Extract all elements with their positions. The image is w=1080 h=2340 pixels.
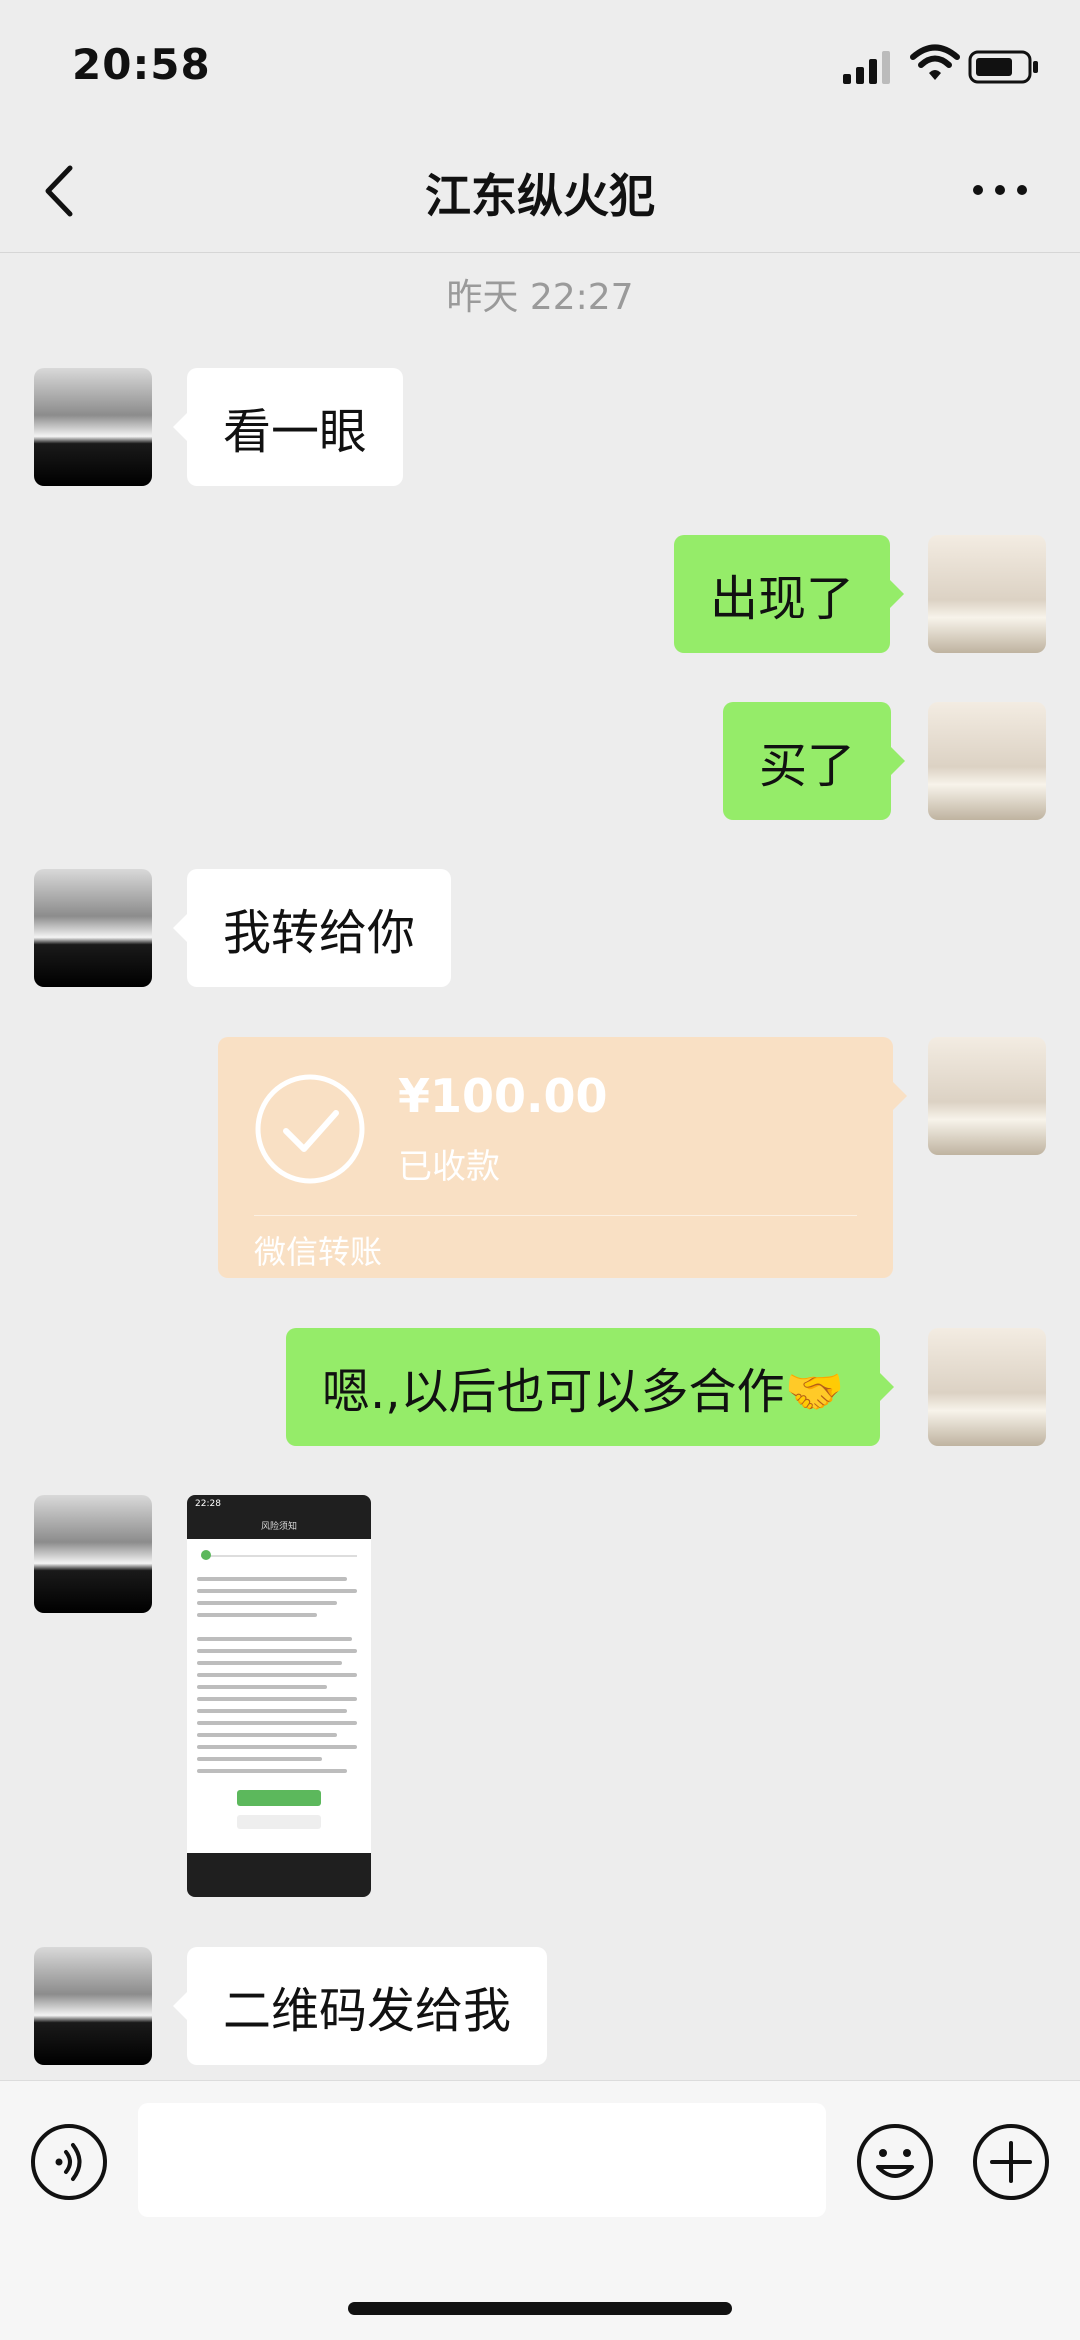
image-text-line bbox=[197, 1613, 317, 1617]
sent-message[interactable]: 嗯.,以后也可以多合作🤝 bbox=[286, 1328, 895, 1446]
transfer-amount: ¥100.00 bbox=[398, 1069, 608, 1123]
contact-avatar[interactable] bbox=[34, 869, 152, 987]
image-title: 风险须知 bbox=[260, 1522, 297, 1532]
my-avatar[interactable] bbox=[928, 1328, 1046, 1446]
image-text-line bbox=[197, 1721, 357, 1725]
status-bar: 20:58 bbox=[0, 0, 1080, 130]
received-message[interactable]: 看一眼 bbox=[172, 368, 404, 486]
my-avatar[interactable] bbox=[928, 702, 1046, 820]
cellular-signal-icon bbox=[843, 51, 890, 84]
image-text-line bbox=[197, 1589, 357, 1593]
image-step-line bbox=[201, 1555, 357, 1557]
message-timestamp: 昨天 22:27 bbox=[446, 277, 634, 318]
image-text-line bbox=[197, 1685, 327, 1689]
check-circle-icon bbox=[255, 1074, 365, 1184]
transfer-divider bbox=[254, 1215, 857, 1216]
transfer-status: 已收款 bbox=[398, 1147, 500, 1187]
image-text-line bbox=[197, 1601, 337, 1605]
plus-icon[interactable] bbox=[972, 2123, 1050, 2201]
image-text-line bbox=[197, 1577, 347, 1581]
home-indicator[interactable] bbox=[348, 2302, 732, 2315]
contact-avatar[interactable] bbox=[34, 368, 152, 486]
status-time: 20:58 bbox=[72, 40, 211, 89]
my-avatar[interactable] bbox=[928, 535, 1046, 653]
input-bar bbox=[0, 2080, 1080, 2340]
image-text-line bbox=[197, 1649, 357, 1653]
received-message[interactable]: 二维码发给我 bbox=[172, 1947, 548, 2065]
contact-avatar[interactable] bbox=[34, 1495, 152, 1613]
chat-header: 江东纵火犯 bbox=[0, 130, 1080, 253]
image-primary-button bbox=[237, 1790, 321, 1806]
image-text-line bbox=[197, 1637, 352, 1641]
image-top-bar: 22:28 风险须知 bbox=[187, 1495, 371, 1539]
sent-message[interactable]: 买了 bbox=[723, 702, 906, 820]
image-time: 22:28 bbox=[195, 1499, 221, 1509]
image-bottom-bar bbox=[187, 1853, 371, 1897]
more-dots-icon[interactable] bbox=[970, 170, 1030, 210]
image-step-dot bbox=[201, 1550, 211, 1560]
image-text-line bbox=[197, 1769, 347, 1773]
sent-message[interactable]: 出现了 bbox=[674, 535, 905, 653]
wifi-icon bbox=[910, 44, 960, 80]
voice-icon[interactable] bbox=[30, 2123, 108, 2201]
received-message[interactable]: 我转给你 bbox=[172, 869, 452, 987]
image-text-line bbox=[197, 1697, 357, 1701]
my-avatar[interactable] bbox=[928, 1037, 1046, 1155]
screenshot-image-message[interactable]: 22:28 风险须知 bbox=[187, 1495, 371, 1897]
image-text-line bbox=[197, 1661, 342, 1665]
image-text-line bbox=[197, 1673, 357, 1677]
image-secondary-button bbox=[237, 1815, 321, 1829]
image-text-line bbox=[197, 1745, 357, 1749]
message-input[interactable] bbox=[138, 2103, 826, 2217]
battery-icon bbox=[968, 50, 1038, 84]
chat-title: 江东纵火犯 bbox=[425, 169, 655, 223]
transfer-card[interactable]: ¥100.00 已收款 微信转账 bbox=[218, 1037, 907, 1278]
contact-avatar[interactable] bbox=[34, 1947, 152, 2065]
image-text-line bbox=[197, 1757, 322, 1761]
image-text-line bbox=[197, 1709, 347, 1713]
emoji-icon[interactable] bbox=[856, 2123, 934, 2201]
transfer-label: 微信转账 bbox=[254, 1233, 383, 1271]
image-text-line bbox=[197, 1733, 337, 1737]
